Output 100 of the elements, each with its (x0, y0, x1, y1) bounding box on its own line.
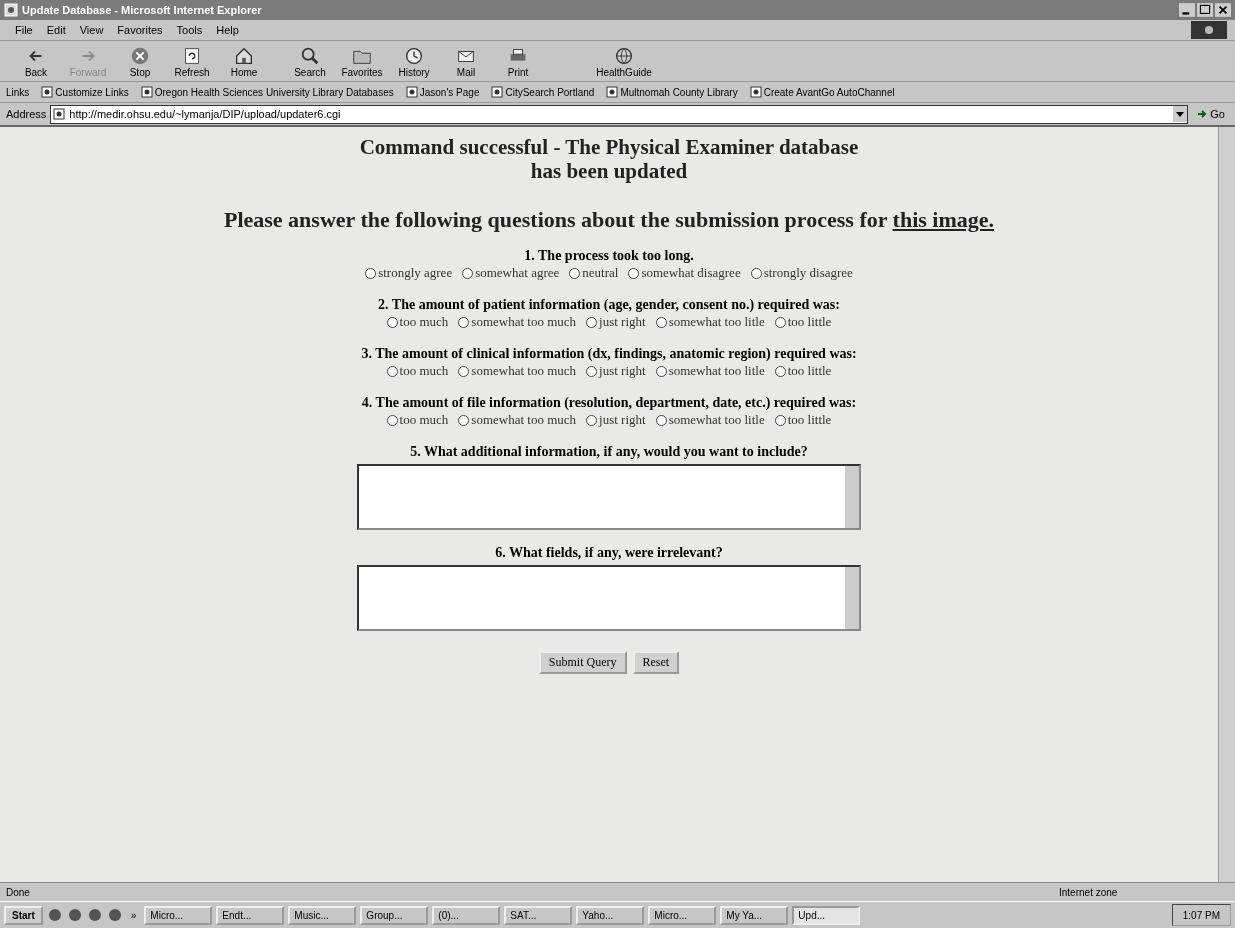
scrollbar[interactable] (845, 567, 859, 629)
link-button[interactable]: Customize Links (41, 86, 129, 98)
radio-button[interactable] (386, 414, 398, 426)
radio-option[interactable]: too little (774, 313, 832, 331)
toolbar-button[interactable]: Print (492, 44, 544, 78)
link-button[interactable]: Multnomah County Library (606, 86, 738, 98)
link-button[interactable]: Oregon Health Sciences University Library Databases (140, 86, 394, 98)
radio-button[interactable] (458, 365, 470, 377)
quick-launch-icon[interactable] (46, 907, 63, 923)
more-chevron[interactable]: » (126, 909, 141, 921)
radio-button[interactable] (628, 267, 640, 279)
submit-button[interactable]: Submit Query (538, 651, 627, 674)
radio-option[interactable]: just right (586, 411, 646, 429)
menu-item[interactable]: View (72, 24, 111, 36)
toolbar-button[interactable]: Stop (114, 44, 166, 78)
start-button[interactable]: Start (4, 905, 43, 925)
toolbar-button[interactable]: Mail (440, 44, 492, 78)
menu-item[interactable]: File (8, 24, 40, 36)
radio-option[interactable]: strongly disagree (750, 264, 853, 282)
toolbar-button[interactable]: Favorites (336, 44, 388, 78)
window-title: Update Database - Microsoft Internet Explorer (22, 4, 263, 16)
radio-option[interactable]: somewhat disagree (628, 264, 741, 282)
scrollbar[interactable] (1218, 127, 1235, 882)
radio-button[interactable] (586, 365, 598, 377)
close-icon[interactable] (1215, 3, 1231, 17)
toolbar-button[interactable]: Back (10, 44, 62, 78)
taskbar-button[interactable]: Group... (360, 905, 429, 925)
question-label: 3. The amount of clinical information (dx, findings, anatomic region) required was: (361, 345, 857, 362)
radio-option[interactable]: too little (774, 362, 832, 380)
clock-text: 1:07 PM (1182, 909, 1220, 921)
taskbar-button[interactable]: Endt... (216, 905, 285, 925)
menu-item[interactable]: Tools (169, 24, 210, 36)
quick-launch-icon[interactable] (66, 907, 83, 923)
go-button[interactable]: Go (1192, 108, 1229, 120)
radio-option[interactable]: neutral (569, 264, 619, 282)
taskbar-button[interactable]: My Ya... (720, 905, 789, 925)
radio-button[interactable] (774, 316, 786, 328)
radio-option[interactable]: somewhat too much (458, 313, 577, 331)
links-label: Links (6, 86, 30, 98)
toolbar-button[interactable]: History (388, 44, 440, 78)
browser-logo-icon (1191, 21, 1227, 39)
radio-button[interactable] (365, 267, 377, 279)
radio-option[interactable]: somewhat too much (458, 362, 577, 380)
radio-option[interactable]: somewhat too litle (655, 362, 765, 380)
radio-option[interactable]: strongly agree (365, 264, 453, 282)
maximize-icon[interactable] (1197, 3, 1213, 17)
answer-box[interactable] (357, 565, 861, 631)
answer-box[interactable] (357, 464, 861, 530)
toolbar-button[interactable]: Search (284, 44, 336, 78)
radio-option[interactable]: too little (774, 411, 832, 429)
taskbar-button[interactable]: Micro... (144, 905, 213, 925)
taskbar-button[interactable]: Music... (288, 905, 357, 925)
radio-button[interactable] (386, 365, 398, 377)
address-field[interactable]: http://medir.ohsu.edu/~lymanja/DIP/upload/updater6.cgi (50, 104, 1189, 124)
radio-option[interactable]: somewhat agree (462, 264, 560, 282)
toolbar-button[interactable]: Refresh (166, 44, 218, 78)
quick-launch-icon[interactable] (106, 907, 123, 923)
image-link[interactable]: this image. (892, 207, 995, 232)
radio-option[interactable]: too much (386, 411, 449, 429)
radio-option[interactable]: too much (386, 362, 449, 380)
radio-button[interactable] (586, 316, 598, 328)
menu-item[interactable]: Favorites (110, 24, 170, 36)
radio-button[interactable] (774, 414, 786, 426)
radio-button[interactable] (750, 267, 762, 279)
radio-option[interactable]: somewhat too litle (655, 411, 765, 429)
radio-button[interactable] (655, 414, 667, 426)
quick-launch-icon[interactable] (86, 907, 103, 923)
radio-button[interactable] (586, 414, 598, 426)
radio-option[interactable]: just right (586, 313, 646, 331)
minimize-icon[interactable] (1179, 3, 1195, 17)
radio-button[interactable] (774, 365, 786, 377)
link-button[interactable]: Jason's Page (405, 86, 480, 98)
radio-option[interactable]: somewhat too much (458, 411, 577, 429)
radio-option[interactable]: too much (386, 313, 449, 331)
radio-button[interactable] (655, 365, 667, 377)
taskbar-button[interactable]: Micro... (648, 905, 717, 925)
page-icon (606, 86, 619, 98)
radio-button[interactable] (458, 316, 470, 328)
menu-item[interactable]: Edit (39, 24, 73, 36)
radio-option[interactable]: somewhat too litle (655, 313, 765, 331)
radio-button[interactable] (462, 267, 474, 279)
radio-button[interactable] (655, 316, 667, 328)
radio-option[interactable]: just right (586, 362, 646, 380)
dropdown-icon[interactable] (1173, 106, 1188, 122)
taskbar-button[interactable]: Yaho... (576, 905, 645, 925)
taskbar-button[interactable]: SAT... (504, 905, 573, 925)
page-icon (41, 86, 54, 98)
menu-item[interactable]: Help (209, 24, 246, 36)
taskbar-button[interactable]: (0)... (432, 905, 501, 925)
radio-button[interactable] (458, 414, 470, 426)
radio-button[interactable] (569, 267, 581, 279)
toolbar-button[interactable]: HealthGuide (584, 44, 664, 78)
scrollbar[interactable] (845, 466, 859, 528)
link-button[interactable]: Create AvantGo AutoChannel (749, 86, 895, 98)
reset-button[interactable]: Reset (632, 651, 680, 674)
taskbar-button[interactable]: Upd... (792, 905, 861, 925)
link-button[interactable]: CitySearch Portland (491, 86, 595, 98)
page-icon (749, 86, 762, 98)
toolbar-button[interactable]: Home (218, 44, 270, 78)
radio-button[interactable] (386, 316, 398, 328)
